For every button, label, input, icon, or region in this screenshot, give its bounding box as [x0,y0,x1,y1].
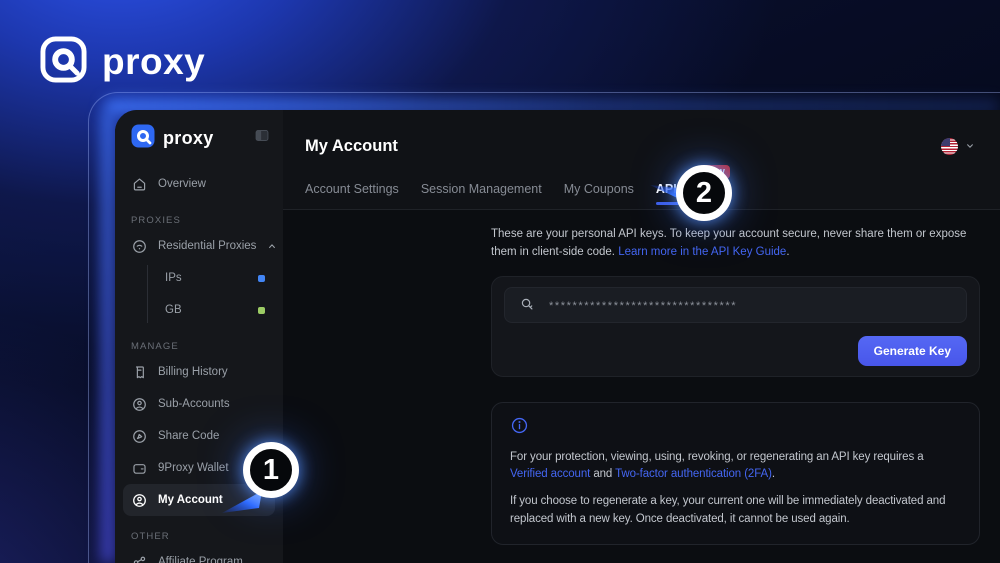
sidebar-collapse-icon[interactable] [253,127,271,149]
masked-api-key: ******************************** [549,300,737,312]
sidebar-item-label: Residential Proxies [158,240,256,252]
sidebar-section-other: OTHER [115,516,283,546]
sidebar-item-residential-proxies[interactable]: Residential Proxies [123,230,275,262]
app-logo-icon [131,124,155,153]
api-key-info-panel: For your protection, viewing, using, rev… [491,402,980,545]
verified-account-link[interactable]: Verified account [510,468,590,480]
sidebar-header: proxy [115,110,283,154]
wallet-icon [131,460,148,477]
info-text: and [590,468,615,480]
api-key-content: These are your personal API keys. To kee… [283,210,1000,563]
globe-network-icon [131,238,148,255]
share-nodes-icon [131,554,148,563]
page-title: My Account [305,137,398,156]
subitem-label: IPs [165,272,182,284]
sidebar-subitem-ips[interactable]: IPs [147,262,283,294]
sidebar-item-overview[interactable]: Overview [123,168,275,200]
sidebar-item-label: Billing History [158,366,267,378]
brand-wordmark: proxy [102,41,205,83]
app-logo-wordmark: proxy [163,128,214,149]
sidebar-item-billing-history[interactable]: Billing History [123,356,275,388]
share-arrow-icon [131,428,148,445]
sidebar-item-label: Share Code [158,430,267,442]
sidebar-item-sub-accounts[interactable]: Sub-Accounts [123,388,275,420]
sidebar-section-proxies: PROXIES [115,200,283,230]
sidebar-section-manage: MANAGE [115,326,283,356]
main-header: My Account [283,110,1000,168]
key-icon [519,296,536,313]
ips-badge [258,275,265,282]
screenshot-canvas: proxy proxy [0,0,1000,563]
brand-logo: proxy [40,36,205,88]
info-icon [510,416,529,435]
tab-session-management[interactable]: Session Management [421,176,542,209]
chevron-down-icon [964,140,976,152]
sidebar-subitem-gb[interactable]: GB [147,294,283,326]
sidebar-item-label: Overview [158,178,267,190]
step-1-badge: 1 [243,442,299,498]
tab-bar: Account Settings Session Management My C… [283,176,1000,210]
user-circle-icon [131,492,148,509]
api-key-description: These are your personal API keys. To kee… [491,226,980,262]
residential-subtree: IPs GB [147,262,283,326]
api-key-card: ******************************** Generat… [491,276,980,377]
step-2-badge: 2 [676,165,732,221]
api-key-guide-link[interactable]: Learn more in the API Key Guide [618,246,786,258]
receipt-icon [131,364,148,381]
info-paragraph-2: If you choose to regenerate a key, your … [510,493,961,529]
subitem-label: GB [165,304,182,316]
main-panel: My Account Account Settings Session Mana… [283,110,1000,563]
info-text: For your protection, viewing, using, rev… [510,451,924,463]
sidebar-item-label: Affiliate Program [158,556,267,563]
brand-logo-icon [40,36,87,88]
tab-account-settings[interactable]: Account Settings [305,176,399,209]
tab-my-coupons[interactable]: My Coupons [564,176,634,209]
description-period: . [786,246,789,258]
chevron-up-icon[interactable] [266,240,278,252]
two-factor-link[interactable]: Two-factor authentication (2FA) [615,468,772,480]
home-icon [131,176,148,193]
gb-badge [258,307,265,314]
language-selector[interactable] [941,138,976,155]
window-glow-left [101,112,115,563]
api-key-field[interactable]: ******************************** [504,287,967,323]
user-circle-icon [131,396,148,413]
info-paragraph-1: For your protection, viewing, using, rev… [510,449,961,485]
generate-key-button[interactable]: Generate Key [858,336,967,366]
sidebar-item-share-code[interactable]: Share Code [123,420,275,452]
sidebar-item-label: Sub-Accounts [158,398,267,410]
info-text: . [772,468,775,480]
sidebar-item-affiliate-program[interactable]: Affiliate Program [123,546,275,563]
us-flag-icon [941,138,958,155]
